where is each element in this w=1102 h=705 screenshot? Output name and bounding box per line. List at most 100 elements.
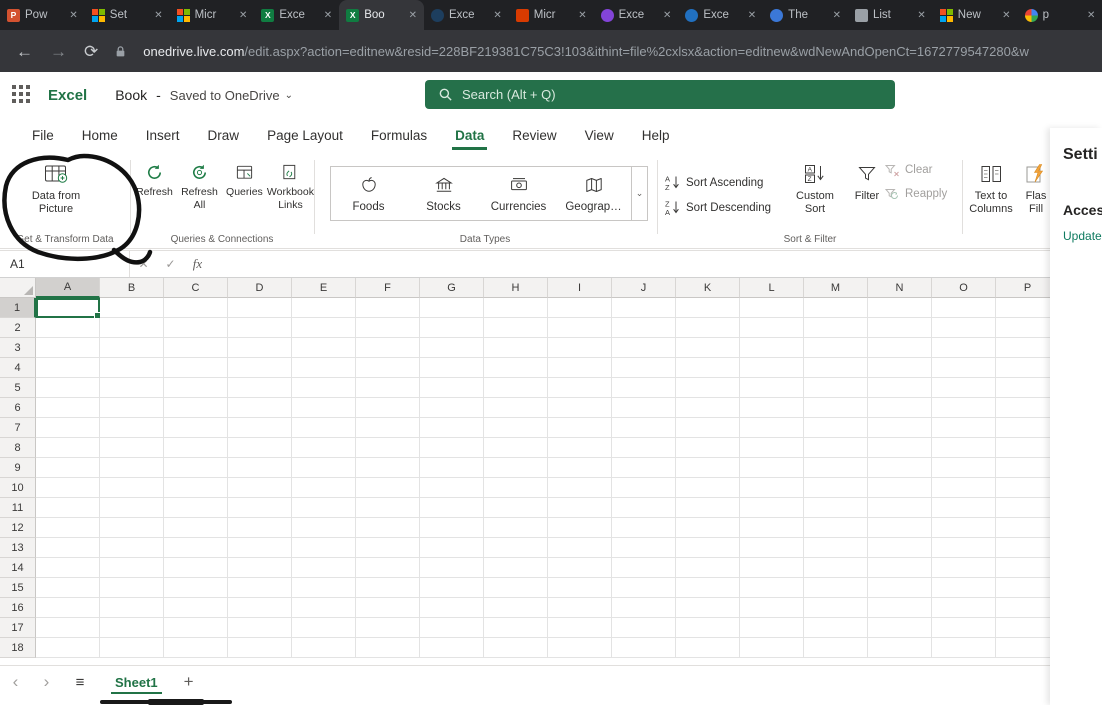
cell[interactable]	[484, 418, 548, 438]
ribbon-tab-data[interactable]: Data	[441, 118, 498, 152]
cell[interactable]	[676, 598, 740, 618]
insert-function-button[interactable]: fx	[184, 256, 211, 272]
cell[interactable]	[292, 338, 356, 358]
cell[interactable]	[676, 438, 740, 458]
cell[interactable]	[612, 618, 676, 638]
close-tab-icon[interactable]: ✕	[239, 10, 247, 21]
close-tab-icon[interactable]: ✕	[1087, 10, 1095, 21]
browser-tab[interactable]: Micr ✕	[170, 0, 255, 30]
cell[interactable]	[740, 298, 804, 318]
cell[interactable]	[484, 338, 548, 358]
cell[interactable]	[868, 578, 932, 598]
cell[interactable]	[548, 618, 612, 638]
data-types-dropdown[interactable]: ⌄	[631, 167, 647, 220]
column-header[interactable]: F	[356, 278, 420, 298]
cell[interactable]	[868, 438, 932, 458]
cell[interactable]	[996, 478, 1050, 498]
cell[interactable]	[996, 618, 1050, 638]
column-header[interactable]: P	[996, 278, 1050, 298]
cell[interactable]	[164, 618, 228, 638]
formula-input[interactable]	[211, 251, 1050, 277]
cell[interactable]	[996, 298, 1050, 318]
cell[interactable]	[484, 518, 548, 538]
cell[interactable]	[484, 438, 548, 458]
ribbon-tab-page-layout[interactable]: Page Layout	[253, 118, 357, 152]
add-sheet-button[interactable]: +	[184, 672, 194, 692]
cell[interactable]	[612, 438, 676, 458]
row-header[interactable]: 12	[0, 518, 36, 538]
column-header[interactable]: A	[36, 278, 100, 298]
cell[interactable]	[932, 418, 996, 438]
row-header[interactable]: 9	[0, 458, 36, 478]
cell[interactable]	[484, 478, 548, 498]
cell[interactable]	[548, 338, 612, 358]
browser-tab[interactable]: p ✕	[1018, 0, 1102, 30]
cell[interactable]	[356, 338, 420, 358]
cell[interactable]	[804, 558, 868, 578]
cell[interactable]	[356, 438, 420, 458]
cell[interactable]	[804, 598, 868, 618]
cell[interactable]	[36, 458, 100, 478]
cell[interactable]	[676, 338, 740, 358]
cell[interactable]	[868, 558, 932, 578]
cell[interactable]	[164, 398, 228, 418]
row-header[interactable]: 11	[0, 498, 36, 518]
cell[interactable]	[292, 518, 356, 538]
cell[interactable]	[420, 618, 484, 638]
forward-icon[interactable]: →	[50, 43, 67, 60]
cell[interactable]	[36, 518, 100, 538]
all-sheets-menu-icon[interactable]: ≡	[62, 674, 98, 691]
data-from-picture-button[interactable]: Data from Picture	[8, 160, 104, 216]
cell[interactable]	[548, 458, 612, 478]
cell[interactable]	[36, 358, 100, 378]
browser-tab[interactable]: Exce ✕	[424, 0, 509, 30]
cell[interactable]	[356, 498, 420, 518]
cell[interactable]	[548, 538, 612, 558]
cell[interactable]	[36, 478, 100, 498]
column-header[interactable]: C	[164, 278, 228, 298]
cell[interactable]	[676, 638, 740, 658]
cell[interactable]	[356, 298, 420, 318]
column-header[interactable]: M	[804, 278, 868, 298]
cell[interactable]	[868, 518, 932, 538]
cell[interactable]	[932, 638, 996, 658]
ribbon-tab-draw[interactable]: Draw	[194, 118, 254, 152]
cell[interactable]	[36, 338, 100, 358]
browser-tab[interactable]: X Exce ✕	[254, 0, 339, 30]
reapply-filter-button[interactable]: Reapply	[884, 186, 947, 202]
back-icon[interactable]: ←	[16, 43, 33, 60]
row-header[interactable]: 10	[0, 478, 36, 498]
cell[interactable]	[100, 478, 164, 498]
close-tab-icon[interactable]: ✕	[1002, 10, 1010, 21]
cell[interactable]	[420, 298, 484, 318]
cell[interactable]	[676, 578, 740, 598]
close-tab-icon[interactable]: ✕	[324, 10, 332, 21]
cell[interactable]	[932, 538, 996, 558]
cell[interactable]	[292, 378, 356, 398]
cell[interactable]	[804, 618, 868, 638]
refresh-all-button[interactable]: Refresh All	[177, 160, 222, 211]
cell[interactable]	[740, 318, 804, 338]
cell[interactable]	[420, 578, 484, 598]
cell[interactable]	[228, 478, 292, 498]
search-input[interactable]: Search (Alt + Q)	[425, 80, 895, 109]
cell[interactable]	[548, 378, 612, 398]
cell[interactable]	[676, 358, 740, 378]
cell[interactable]	[420, 378, 484, 398]
cell[interactable]	[868, 358, 932, 378]
data-type-item[interactable]: Foods	[331, 167, 406, 220]
data-type-item[interactable]: Stocks	[406, 167, 481, 220]
cell[interactable]	[292, 498, 356, 518]
browser-tab[interactable]: X Boo ✕	[339, 0, 424, 30]
cell[interactable]	[292, 558, 356, 578]
cell[interactable]	[932, 478, 996, 498]
cell[interactable]	[868, 598, 932, 618]
cell[interactable]	[100, 298, 164, 318]
ribbon-tab-home[interactable]: Home	[68, 118, 132, 152]
column-header[interactable]: B	[100, 278, 164, 298]
cell[interactable]	[100, 518, 164, 538]
cell[interactable]	[868, 398, 932, 418]
cell[interactable]	[996, 418, 1050, 438]
update-link[interactable]: Update	[1063, 229, 1102, 243]
close-tab-icon[interactable]: ✕	[917, 10, 925, 21]
